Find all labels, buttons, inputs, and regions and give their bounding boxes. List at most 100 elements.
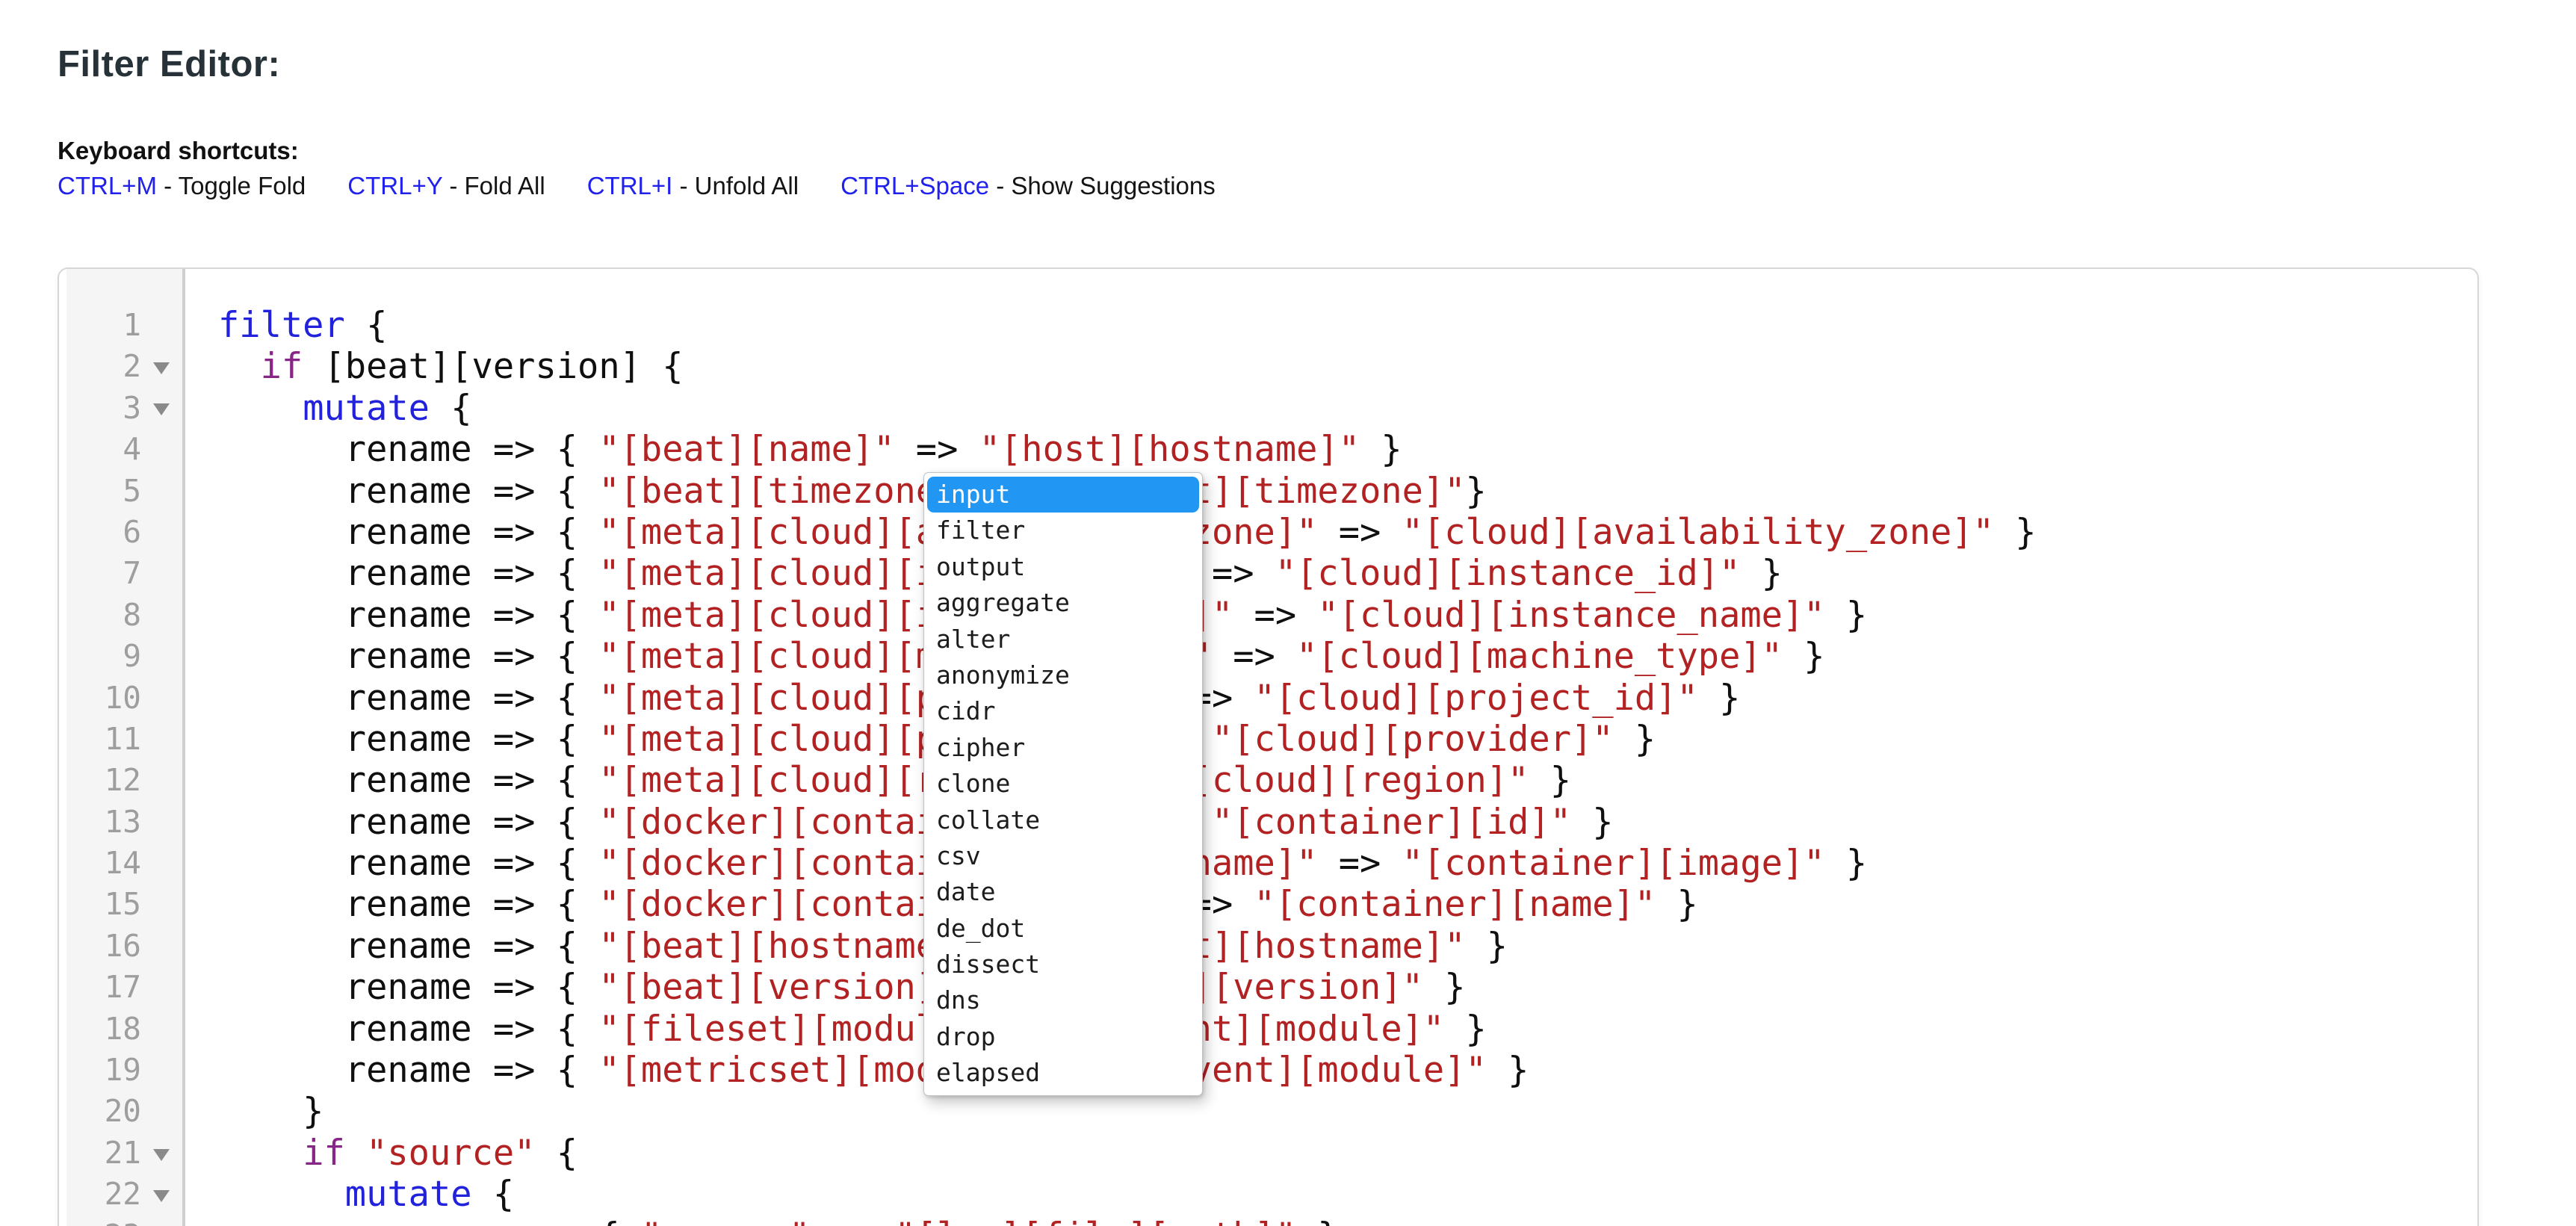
autocomplete-item-csv[interactable]: csv [924, 838, 1202, 874]
code-line[interactable]: rename => { "[beat][version]" => "[agent… [218, 967, 2477, 1008]
token-plain: } [1740, 553, 1783, 594]
token-cond: if [303, 1133, 345, 1174]
fold-toggle-icon[interactable] [153, 1149, 170, 1161]
code-line[interactable]: filter { [218, 305, 2477, 346]
fold-toggle-icon[interactable] [153, 403, 170, 415]
code-line[interactable]: rename => { "[meta][cloud][project_id]" … [218, 678, 2477, 719]
token-plain: } [1614, 719, 1656, 760]
token-plain: { [535, 1133, 578, 1174]
token-str: "[container][image]" [1402, 843, 1825, 884]
shortcut-description: - Toggle Fold [157, 172, 306, 199]
autocomplete-dropdown[interactable]: inputfilteroutputaggregatealteranonymize… [923, 472, 1203, 1096]
code-line[interactable]: mutate { [218, 1174, 2477, 1215]
autocomplete-item-elapsed[interactable]: elapsed [924, 1055, 1202, 1091]
autocomplete-item-alter[interactable]: alter [924, 622, 1202, 657]
token-plain: => [1212, 636, 1296, 677]
code-area[interactable]: filter { if [beat][version] { mutate { r… [185, 305, 2477, 1226]
code-line[interactable]: rename => { "[meta][cloud][machine_type]… [218, 636, 2477, 677]
code-line[interactable]: rename => { "[metricset][module]" => "[e… [218, 1050, 2477, 1091]
gutter-row: 21 [66, 1133, 182, 1174]
gutter-row: 23 [66, 1216, 182, 1226]
token-plain: rename => { [218, 678, 598, 719]
autocomplete-item-drop[interactable]: drop [924, 1019, 1202, 1055]
code-line[interactable]: rename => { "[meta][cloud][instance_id]"… [218, 553, 2477, 594]
token-plain: rename => { [218, 512, 598, 553]
token-plain: } [1656, 884, 1698, 925]
shortcut-keys: CTRL+I [587, 172, 673, 199]
code-line[interactable]: rename => { "[fileset][module]" => "[eve… [218, 1009, 2477, 1050]
fold-toggle-icon[interactable] [153, 362, 170, 374]
token-kw: filter [218, 305, 345, 346]
code-line[interactable]: } [218, 1091, 2477, 1132]
gutter-row: 19 [66, 1050, 182, 1091]
line-number: 8 [66, 595, 141, 636]
autocomplete-item-de_dot[interactable]: de_dot [924, 911, 1202, 947]
line-number: 1 [66, 305, 141, 346]
token-plain: => [895, 429, 979, 470]
token-plain: rename => { [218, 802, 598, 843]
token-plain: rename => { [218, 1216, 641, 1226]
token-plain: } [1698, 678, 1741, 719]
gutter-row: 10 [66, 678, 182, 719]
autocomplete-item-dns[interactable]: dns [924, 982, 1202, 1018]
line-number: 9 [66, 636, 141, 677]
token-str: "[container][id]" [1212, 802, 1571, 843]
code-line[interactable]: rename => { "[meta][cloud][provider]" =>… [218, 719, 2477, 760]
autocomplete-item-input[interactable]: input [927, 477, 1199, 513]
code-line[interactable]: rename => { "[docker][container][image][… [218, 843, 2477, 884]
autocomplete-item-anonymize[interactable]: anonymize [924, 657, 1202, 693]
token-plain: } [1529, 760, 1571, 801]
code-line[interactable]: rename => { "[docker][container][name]" … [218, 884, 2477, 925]
token-str: "[cloud][region]" [1169, 760, 1529, 801]
token-plain: } [1423, 967, 1466, 1008]
code-line[interactable]: rename => { "source" => "[log][file][pat… [218, 1216, 2477, 1226]
token-cond: if [261, 346, 303, 387]
token-str: "[cloud][machine_type]" [1296, 636, 1783, 677]
token-plain: rename => { [218, 1050, 598, 1091]
autocomplete-item-clone[interactable]: clone [924, 766, 1202, 802]
token-plain: rename => { [218, 429, 598, 470]
token-plain: { [430, 388, 472, 429]
token-str: "[cloud][project_id]" [1254, 678, 1698, 719]
gutter-row: 6 [66, 512, 182, 553]
token-plain: } [1783, 636, 1825, 677]
autocomplete-item-dissect[interactable]: dissect [924, 947, 1202, 982]
autocomplete-item-collate[interactable]: collate [924, 802, 1202, 838]
fold-toggle-icon[interactable] [153, 1190, 170, 1202]
token-str: "[beat][hostname]" [598, 926, 979, 967]
shortcut-description: - Unfold All [672, 172, 799, 199]
gutter-row: 11 [66, 719, 182, 760]
code-line[interactable]: if [beat][version] { [218, 346, 2477, 387]
code-line[interactable]: rename => { "[docker][container][id]" =>… [218, 802, 2477, 843]
keyboard-shortcuts-row: CTRL+M - Toggle FoldCTRL+Y - Fold AllCTR… [58, 172, 1216, 200]
code-line[interactable]: mutate { [218, 388, 2477, 429]
autocomplete-item-date[interactable]: date [924, 874, 1202, 910]
code-line[interactable]: if "source" { [218, 1133, 2477, 1174]
token-plain: rename => { [218, 1009, 598, 1050]
token-plain: rename => { [218, 926, 598, 967]
filter-editor[interactable]: 1234567891011121314151617181920212223 fi… [58, 267, 2479, 1226]
token-plain: => [810, 1216, 894, 1226]
autocomplete-item-output[interactable]: output [924, 549, 1202, 585]
token-plain: => [1233, 595, 1317, 636]
token-plain: rename => { [218, 553, 598, 594]
code-line[interactable]: rename => { "[beat][timezone]" => "[even… [218, 471, 2477, 512]
code-line[interactable]: rename => { "[beat][hostname]" => "[agen… [218, 926, 2477, 967]
code-line[interactable]: rename => { "[beat][name]" => "[host][ho… [218, 429, 2477, 470]
autocomplete-item-cidr[interactable]: cidr [924, 693, 1202, 729]
code-line[interactable]: rename => { "[meta][cloud][region]" => "… [218, 760, 2477, 801]
code-line[interactable]: rename => { "[meta][cloud][availability_… [218, 512, 2477, 553]
line-number: 20 [66, 1091, 141, 1132]
gutter-row: 15 [66, 884, 182, 925]
line-number: 15 [66, 884, 141, 925]
shortcut-ctrl-m: CTRL+M - Toggle Fold [58, 172, 306, 200]
token-plain [218, 346, 261, 387]
autocomplete-item-cipher[interactable]: cipher [924, 730, 1202, 766]
line-number: 17 [66, 967, 141, 1008]
code-line[interactable]: rename => { "[meta][cloud][instance_name… [218, 595, 2477, 636]
line-number: 7 [66, 553, 141, 594]
token-str: "[cloud][instance_name]" [1317, 595, 1824, 636]
autocomplete-item-aggregate[interactable]: aggregate [924, 585, 1202, 621]
autocomplete-item-filter[interactable]: filter [924, 513, 1202, 548]
page-title: Filter Editor: [58, 43, 280, 85]
